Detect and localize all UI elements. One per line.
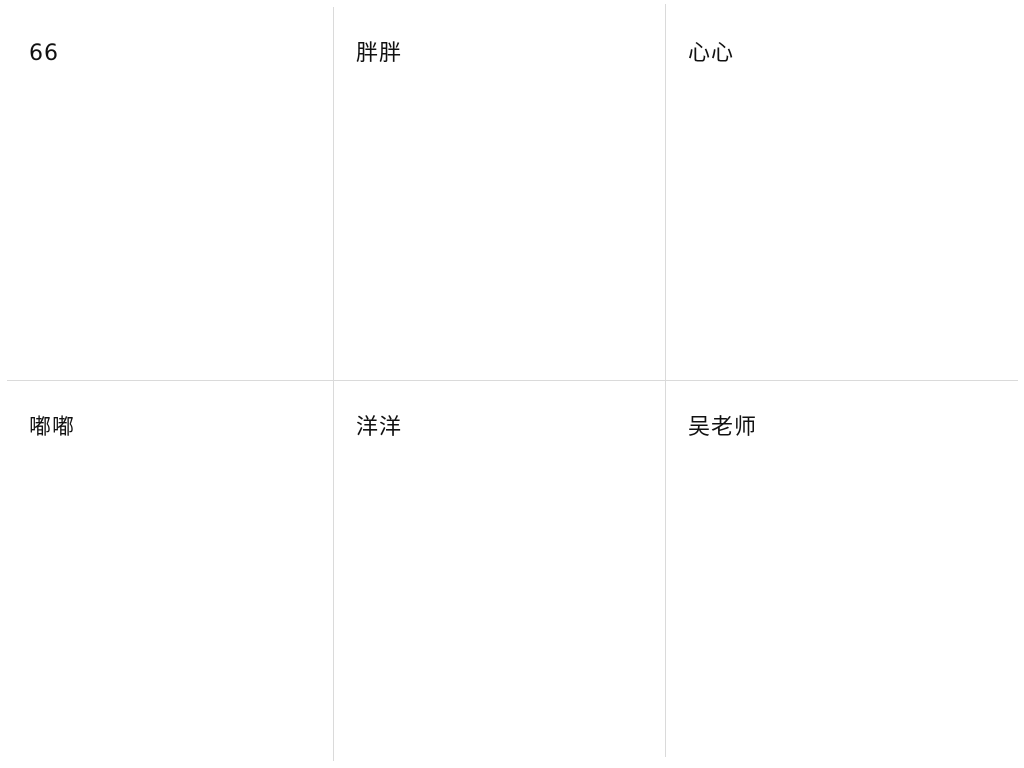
grid-divider-vertical: [333, 7, 334, 761]
participant-tile-yangyang[interactable]: 洋洋: [334, 381, 665, 761]
participant-name: 嘟嘟: [29, 415, 76, 440]
participant-name: 66: [29, 41, 59, 66]
participant-tile-dudu[interactable]: 嘟嘟: [7, 381, 333, 761]
participant-name: 吴老师: [688, 415, 758, 440]
participant-name: 胖胖: [356, 41, 403, 66]
participant-tile-teacher-wu[interactable]: 吴老师: [666, 381, 1018, 757]
participant-tile-66[interactable]: 66: [7, 7, 333, 380]
participant-tile-xinxin[interactable]: 心心: [666, 7, 1018, 380]
grid-divider-horizontal: [7, 380, 1018, 381]
participant-name: 心心: [688, 41, 735, 66]
participant-name: 洋洋: [356, 415, 403, 440]
participant-tile-pangpang[interactable]: 胖胖: [334, 7, 665, 380]
